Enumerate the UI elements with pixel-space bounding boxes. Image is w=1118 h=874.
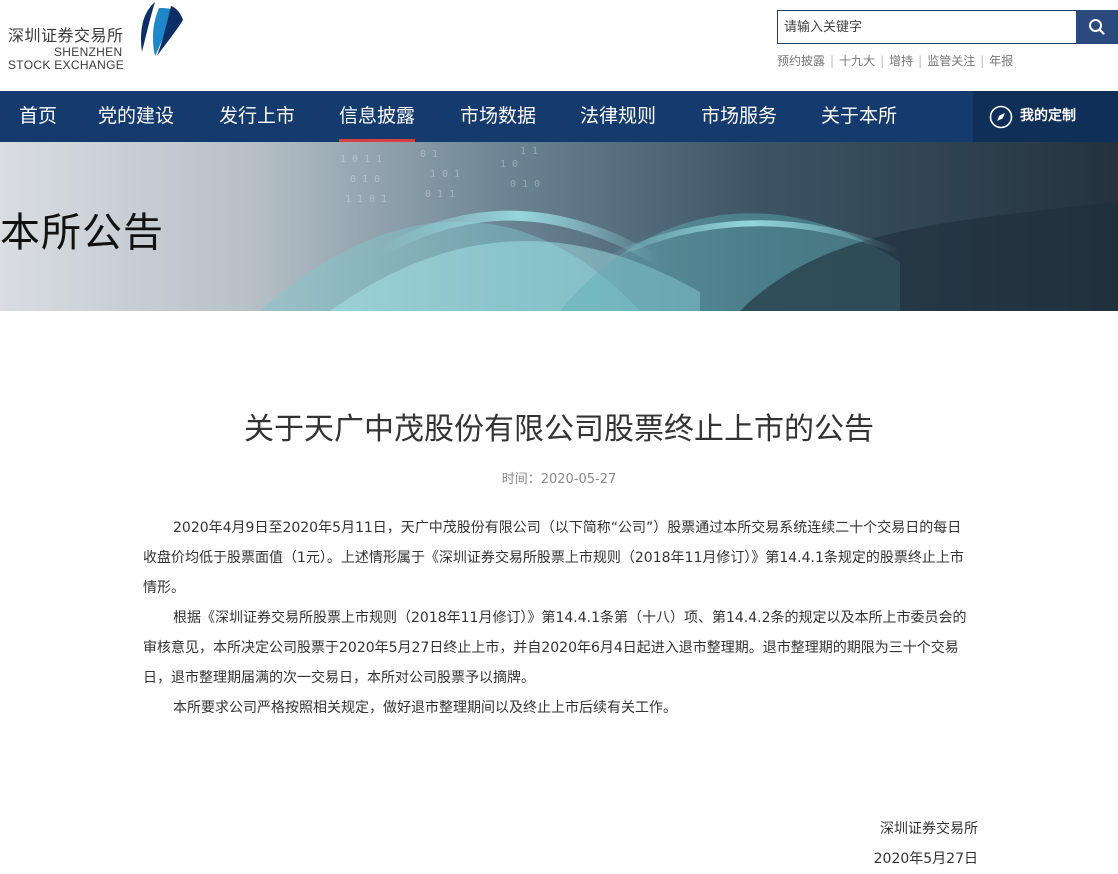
my-customization-label: 我的定制 <box>1020 108 1076 124</box>
article-title: 关于天广中茂股份有限公司股票终止上市的公告 <box>244 412 874 447</box>
svg-text:0 1 1: 0 1 1 <box>425 189 455 200</box>
svg-text:1 1 0 1: 1 1 0 1 <box>345 194 387 205</box>
site-header: 深圳证券交易所 SHENZHEN STOCK EXCHANGE 预约披露 | 十九大… <box>0 0 1118 91</box>
divider: | <box>880 54 885 68</box>
logo-english-line1: SHENZHEN <box>54 45 123 59</box>
svg-text:0 1: 0 1 <box>420 149 438 160</box>
quick-link-19th-congress[interactable]: 十九大 <box>839 54 875 68</box>
nav-item-market-data[interactable]: 市场数据 <box>460 91 536 142</box>
nav-item-home[interactable]: 首页 <box>19 91 57 142</box>
quick-link-increase-holdings[interactable]: 增持 <box>889 54 913 68</box>
nav-item-market-services[interactable]: 市场服务 <box>701 91 777 142</box>
logo-english-line2: STOCK EXCHANGE <box>8 58 125 72</box>
szse-logo[interactable]: 深圳证券交易所 SHENZHEN STOCK EXCHANGE <box>8 0 183 80</box>
compass-icon <box>989 105 1013 129</box>
quick-link-regulatory-concern[interactable]: 监管关注 <box>927 54 975 68</box>
quick-link-disclosure[interactable]: 预约披露 <box>777 54 825 68</box>
svg-text:0 1 0: 0 1 0 <box>350 174 380 185</box>
svg-text:0 1 0: 0 1 0 <box>510 179 540 190</box>
banner-title: 本所公告 <box>0 210 164 256</box>
nav-item-listing[interactable]: 发行上市 <box>219 91 295 142</box>
my-customization-button[interactable]: 我的定制 <box>973 91 1118 142</box>
logo-chinese-name: 深圳证券交易所 <box>8 26 124 45</box>
svg-text:1 0: 1 0 <box>500 159 518 170</box>
search-input[interactable] <box>777 10 1076 44</box>
divider: | <box>830 54 835 68</box>
page-banner: 1 0 1 1 0 1 0 1 1 0 1 0 1 1 0 1 0 1 1 1 0 0 1… <box>0 142 1118 311</box>
main-nav: 首页 党的建设 发行上市 信息披露 市场数据 法律规则 市场服务 关于本所 <box>0 91 1118 142</box>
search-icon <box>1089 19 1105 35</box>
article-paragraph-2: 根据《深圳证券交易所股票上市规则（2018年11月修订）》第14.4.1条第（十… <box>143 610 967 686</box>
article-date: 时间：2020-05-27 <box>501 472 617 487</box>
banner-background-art: 1 0 1 1 0 1 0 1 1 0 1 0 1 1 0 1 0 1 1 1 0 0 1… <box>260 146 1118 311</box>
quick-link-annual-report[interactable]: 年报 <box>989 54 1013 68</box>
divider: | <box>918 54 923 68</box>
logo-sail-icon <box>141 2 183 56</box>
svg-text:1 0 1 1: 1 0 1 1 <box>340 154 382 165</box>
svg-text:1 0 1: 1 0 1 <box>430 169 460 180</box>
nav-item-party-building[interactable]: 党的建设 <box>98 91 174 142</box>
search-box <box>777 10 1118 46</box>
svg-text:1 1: 1 1 <box>520 146 538 157</box>
article-paragraph-3: 本所要求公司严格按照相关规定，做好退市整理期间以及终止上市后续有关工作。 <box>173 700 677 716</box>
article-signer: 深圳证券交易所 <box>880 821 978 837</box>
divider: | <box>980 54 985 68</box>
nav-item-rules[interactable]: 法律规则 <box>580 91 656 142</box>
nav-item-disclosure[interactable]: 信息披露 <box>339 91 416 142</box>
nav-item-about[interactable]: 关于本所 <box>821 91 897 142</box>
article-paragraph-1: 2020年4月9日至2020年5月11日，天广中茂股份有限公司（以下简称“公司”… <box>143 520 964 596</box>
search-button[interactable] <box>1076 10 1118 44</box>
quick-links: 预约披露 | 十九大 | 增持 | 监管关注 | 年报 <box>777 52 1013 69</box>
